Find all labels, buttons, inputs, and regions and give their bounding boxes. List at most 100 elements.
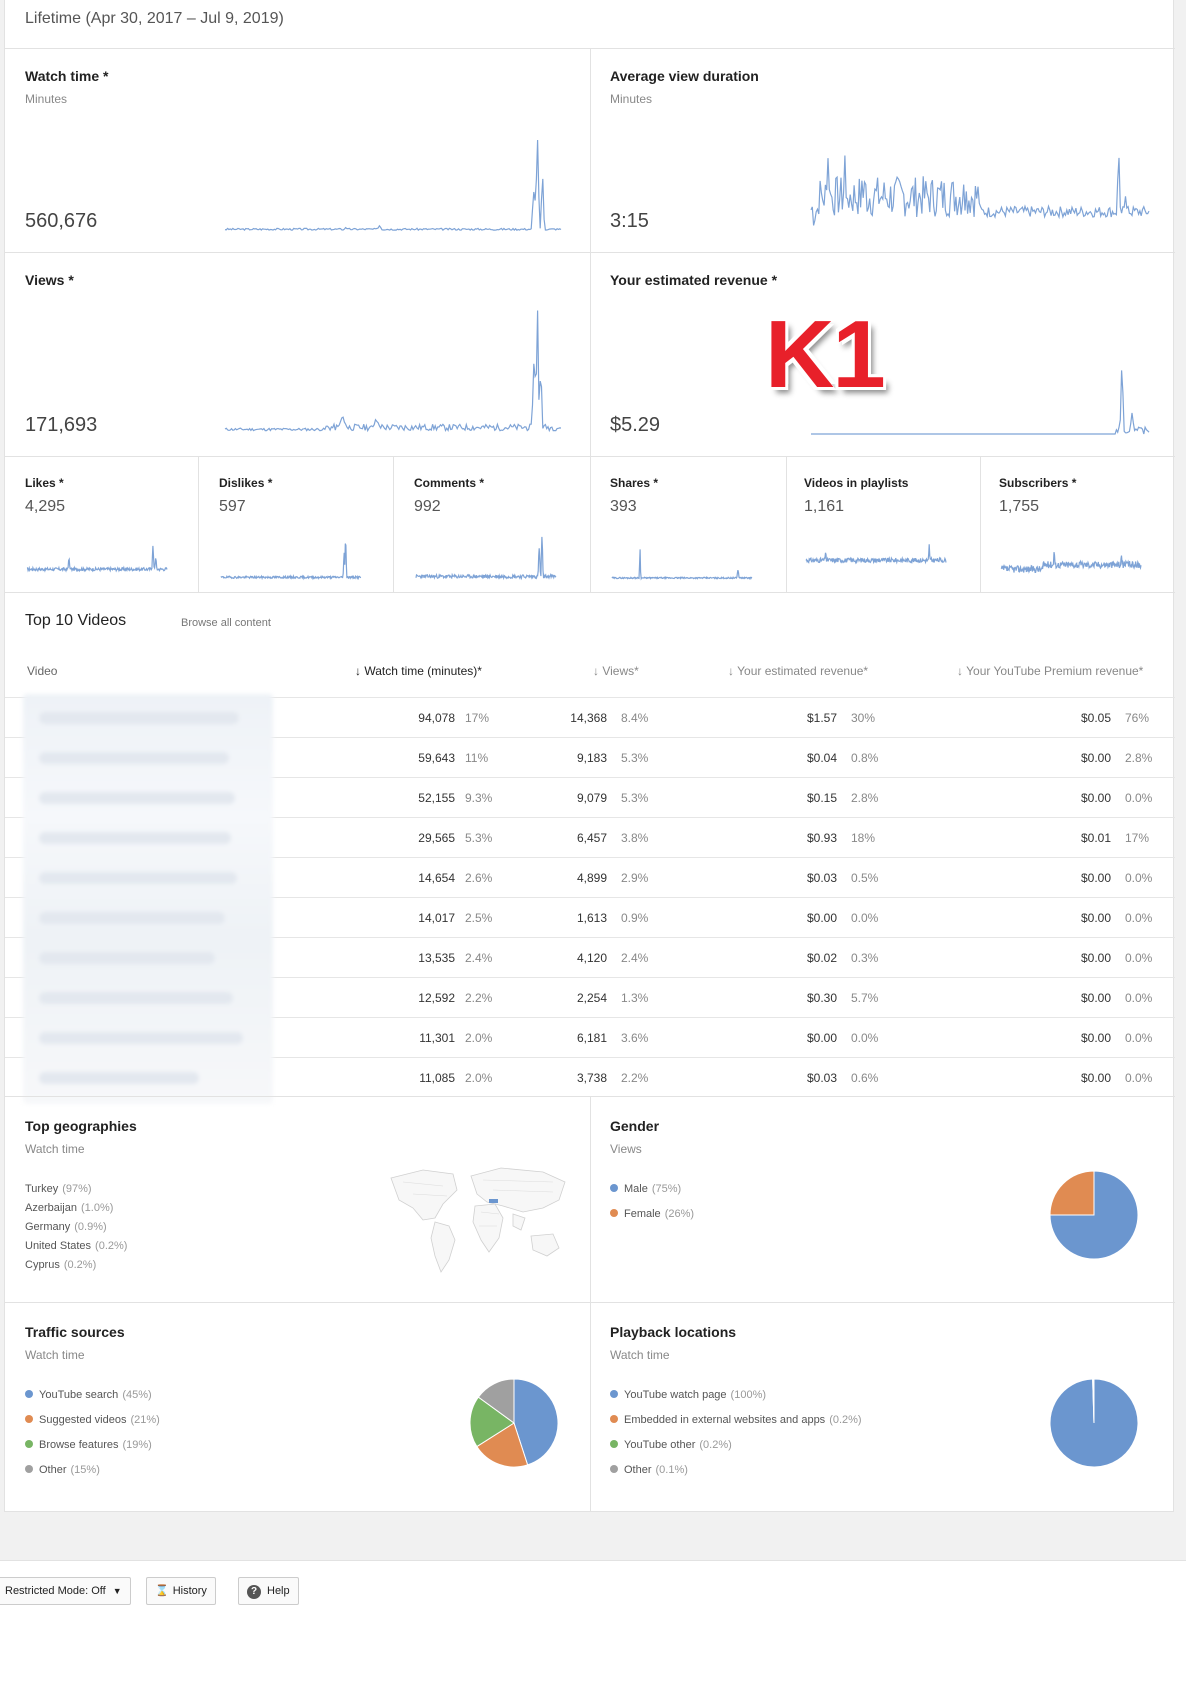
- divider: [5, 592, 1175, 593]
- legend-pct: (19%): [122, 1439, 152, 1451]
- turkey-highlight: [489, 1199, 498, 1203]
- sort-arrow-icon: ↓: [728, 664, 734, 678]
- gender-pie-chart: [1049, 1170, 1139, 1260]
- legend-dot-icon: [25, 1390, 33, 1398]
- legend-pct: (0.2%): [829, 1414, 862, 1426]
- col-watch-time-label: Watch time (minutes)*: [364, 664, 482, 678]
- divider: [590, 1096, 591, 1512]
- col-revenue[interactable]: ↓ Your estimated revenue*: [728, 664, 868, 678]
- top-videos-title: Top 10 Videos: [25, 612, 127, 629]
- views-cell: 4,899: [576, 871, 607, 885]
- premium-pct: 0.0%: [1125, 1071, 1153, 1085]
- geo-name: Germany: [25, 1221, 71, 1233]
- revenue-pct: 30%: [851, 711, 876, 725]
- views-cell: 1,613: [576, 911, 607, 925]
- hourglass-icon: ⌛: [155, 1585, 169, 1597]
- legend-dot-icon: [25, 1465, 33, 1473]
- legend-label: Male: [624, 1183, 648, 1195]
- legend-item: YouTube watch page (100%): [610, 1389, 862, 1414]
- premium-cell: $0.00: [1080, 751, 1111, 765]
- sparkline-path: [224, 139, 562, 231]
- views-cell: 3,738: [576, 1071, 607, 1085]
- premium-pct: 0.0%: [1125, 911, 1153, 925]
- revenue-cell: $1.57: [806, 711, 837, 725]
- history-button[interactable]: ⌛ History: [146, 1577, 216, 1605]
- watch-time-pct: 2.0%: [465, 1031, 493, 1045]
- sort-arrow-icon: ↓: [355, 664, 361, 678]
- legend-label: YouTube search: [39, 1389, 119, 1401]
- premium-cell: $0.00: [1080, 871, 1111, 885]
- legend-label: YouTube other: [624, 1439, 696, 1451]
- views-cell: 9,079: [576, 791, 607, 805]
- revenue-pct: 0.5%: [851, 871, 879, 885]
- playback-pie-chart: [1049, 1378, 1139, 1468]
- revenue-pct: 0.0%: [851, 911, 879, 925]
- revenue-pct: 0.6%: [851, 1071, 879, 1085]
- legend-label: YouTube watch page: [624, 1389, 727, 1401]
- dislikes-title: Dislikes *: [219, 476, 273, 490]
- watch-time-pct: 2.0%: [465, 1071, 493, 1085]
- help-button[interactable]: ? Help: [238, 1577, 299, 1605]
- watch-time-cell: 11,085: [419, 1071, 455, 1085]
- watch-time-pct: 2.5%: [465, 911, 493, 925]
- views-pct: 5.3%: [621, 751, 649, 765]
- views-cell: 6,181: [576, 1031, 607, 1045]
- revenue-pct: 0.3%: [851, 951, 879, 965]
- watch-time-pct: 2.2%: [465, 991, 493, 1005]
- sort-arrow-icon: ↓: [957, 664, 963, 678]
- legend-label: Female: [624, 1208, 661, 1220]
- col-watch-time[interactable]: ↓ Watch time (minutes)*: [355, 664, 482, 678]
- legend-item: Female (26%): [610, 1208, 694, 1233]
- views-pct: 8.4%: [621, 711, 649, 725]
- legend-dot-icon: [25, 1415, 33, 1423]
- col-premium[interactable]: ↓ Your YouTube Premium revenue*: [957, 664, 1143, 678]
- subscribers-title: Subscribers *: [999, 476, 1077, 490]
- legend-label: Embedded in external websites and apps: [624, 1414, 826, 1426]
- premium-cell: $0.05: [1080, 711, 1111, 725]
- premium-pct: 17%: [1125, 831, 1150, 845]
- traffic-pie-chart: [469, 1378, 559, 1468]
- geo-item: Germany (0.9%): [25, 1221, 127, 1240]
- legend-item: Browse features (19%): [25, 1439, 160, 1464]
- footer: Restricted Mode: Off ▼ ⌛ History ? Help: [0, 1560, 1186, 1626]
- views-cell: 14,368: [570, 711, 607, 725]
- col-views[interactable]: ↓ Views*: [593, 664, 639, 678]
- subscribers-sparkline: [1000, 551, 1142, 574]
- premium-cell: $0.00: [1080, 911, 1111, 925]
- caret-down-icon: ▼: [112, 1586, 122, 1596]
- premium-pct: 0.0%: [1125, 951, 1153, 965]
- help-label: Help: [267, 1585, 290, 1597]
- geo-pct: (97%): [62, 1183, 92, 1195]
- page-bottom: [0, 1625, 1186, 1707]
- geo-list: Turkey (97%) Azerbaijan (1.0%) Germany (0.9…: [25, 1183, 127, 1278]
- watch-time-cell: 94,078: [418, 711, 455, 725]
- legend-dot-icon: [25, 1440, 33, 1448]
- watch-time-pct: 2.6%: [465, 871, 493, 885]
- premium-cell: $0.00: [1080, 1031, 1111, 1045]
- legend-item: YouTube other (0.2%): [610, 1439, 862, 1464]
- divider: [5, 1302, 1175, 1303]
- metric-avg-duration-value: 3:15: [610, 210, 649, 232]
- shares-sparkline: [611, 549, 753, 581]
- legend-dot-icon: [610, 1209, 618, 1217]
- history-label: History: [172, 1585, 207, 1597]
- revenue-pct: 18%: [851, 831, 876, 845]
- legend-item: Other (0.1%): [610, 1464, 862, 1489]
- legend-pct: (100%): [730, 1389, 767, 1401]
- revenue-cell: $0.03: [806, 1071, 837, 1085]
- views-cell: 6,457: [576, 831, 607, 845]
- watch-time-cell: 13,535: [418, 951, 455, 965]
- watch-time-pct: 11%: [465, 751, 489, 765]
- premium-pct: 76%: [1125, 711, 1150, 725]
- legend-pct: (45%): [122, 1389, 152, 1401]
- metric-revenue-title: Your estimated revenue *: [610, 272, 778, 288]
- browse-all-content-link[interactable]: Browse all content: [181, 617, 271, 629]
- comments-title: Comments *: [414, 476, 485, 490]
- playback-legend: YouTube watch page (100%) Embedded in exte…: [610, 1389, 862, 1489]
- restricted-mode-dropdown[interactable]: Restricted Mode: Off ▼: [0, 1577, 131, 1605]
- divider: [590, 48, 591, 592]
- revenue-pct: 5.7%: [851, 991, 879, 1005]
- geo-name: United States: [25, 1240, 92, 1252]
- divider: [5, 252, 1175, 253]
- geo-pct: (1.0%): [80, 1202, 114, 1214]
